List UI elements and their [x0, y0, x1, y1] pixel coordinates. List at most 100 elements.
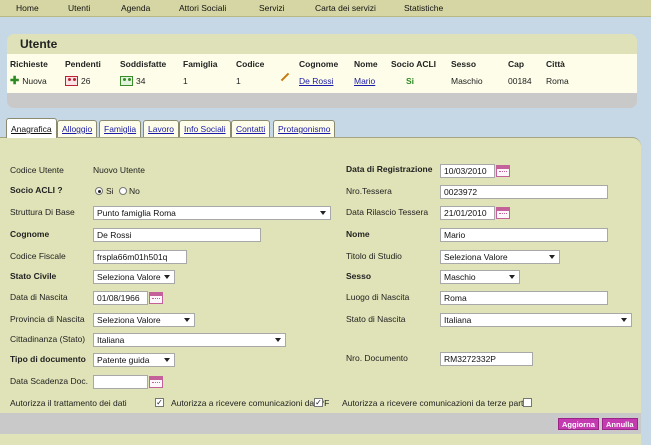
satisfied-users-icon [120, 76, 133, 86]
cap-value: 00184 [508, 76, 532, 86]
tab-famiglia[interactable]: Famiglia [99, 120, 142, 137]
sesso-value: Maschio [451, 76, 483, 86]
nav-attori-sociali[interactable]: Attori Sociali [179, 3, 226, 13]
col-header-soddisfatte: Soddisfatte [120, 59, 167, 69]
data-nascita-label: Data di Nascita [10, 292, 68, 302]
nome-label: Nome [346, 229, 370, 239]
calendar-icon[interactable] [496, 207, 510, 219]
cittadinanza-label: Cittadinanza (Stato) [10, 334, 86, 344]
panel-title: Utente [20, 37, 58, 51]
provincia-label: Provincia di Nascita [10, 314, 85, 324]
tab-lavoro[interactable]: Lavoro [143, 120, 179, 137]
tab-contatti[interactable]: Contatti [231, 120, 271, 137]
socio-si-radio[interactable] [95, 187, 103, 195]
calendar-icon[interactable] [496, 165, 510, 177]
data-registrazione-label: Data di Registrazione [346, 164, 433, 174]
data-nascita-input[interactable]: 01/08/1966 [93, 291, 148, 305]
cognome-input[interactable]: De Rossi [93, 228, 261, 242]
pendenti-cell[interactable]: 26 [65, 76, 90, 86]
luogo-nascita-label: Luogo di Nascita [346, 292, 410, 302]
socio-no-label: No [129, 186, 140, 196]
col-header-citta: Città [546, 59, 565, 69]
nav-carta-servizi[interactable]: Carta dei servizi [315, 3, 376, 13]
panel-footer-bar [7, 93, 637, 108]
sesso-label: Sesso [346, 271, 372, 281]
codice-fiscale-input[interactable]: frspla66m01h501q [93, 250, 187, 264]
consent-terze-label: Autorizza a ricevere comunicazioni da te… [342, 398, 526, 408]
soddisfatte-value: 34 [136, 76, 146, 86]
user-summary-panel: Utente Richieste Pendenti Soddisfatte Fa… [7, 34, 637, 108]
tab-alloggio[interactable]: Alloggio [57, 120, 98, 137]
sesso-select[interactable]: Maschio [440, 270, 520, 284]
stato-nascita-label: Stato di Nascita [346, 314, 406, 324]
col-header-cap: Cap [508, 59, 525, 69]
aggiorna-button[interactable]: Aggiorna [558, 418, 599, 430]
edit-pencil-icon[interactable] [280, 72, 290, 82]
nome-link[interactable]: Mario [354, 76, 375, 86]
cittadinanza-select[interactable]: Italiana [93, 333, 286, 347]
data-registrazione-input[interactable]: 10/03/2010 [440, 164, 495, 178]
scadenza-doc-input[interactable] [93, 375, 148, 389]
consent-pf-checkbox[interactable]: ✓ [314, 398, 323, 407]
struttura-label: Struttura Di Base [10, 207, 75, 217]
nro-tessera-input[interactable]: 0023972 [440, 185, 608, 199]
nav-utenti[interactable]: Utenti [68, 3, 90, 13]
cognome-label: Cognome [10, 229, 50, 239]
nome-cell[interactable]: Mario [354, 76, 375, 86]
pending-users-icon [65, 76, 78, 86]
consent-trattamento-checkbox[interactable]: ✓ [155, 398, 164, 407]
data-rilascio-label: Data Rilascio Tessera [346, 207, 429, 217]
struttura-select[interactable]: Punto famiglia Roma [93, 206, 331, 220]
nav-home[interactable]: Home [16, 3, 39, 13]
consent-terze-checkbox[interactable] [523, 398, 532, 407]
col-header-sesso: Sesso [451, 59, 477, 69]
nav-agenda[interactable]: Agenda [121, 3, 150, 13]
nro-tessera-label: Nro.Tessera [346, 186, 392, 196]
nome-input[interactable]: Mario [440, 228, 608, 242]
socio-acli-value: Si [406, 76, 415, 86]
codice-utente-value: Nuovo Utente [93, 165, 145, 175]
socio-no-radio[interactable] [119, 187, 127, 195]
col-header-famiglia: Famiglia [183, 59, 218, 69]
stato-nascita-select[interactable]: Italiana [440, 313, 632, 327]
calendar-icon[interactable] [149, 292, 163, 304]
calendar-icon[interactable] [149, 376, 163, 388]
plus-icon: ✚ [10, 75, 20, 87]
cognome-link[interactable]: De Rossi [299, 76, 333, 86]
top-nav: Home Utenti Agenda Attori Sociali Serviz… [0, 0, 651, 17]
consent-trattamento-label: Autorizza il trattamento dei dati [10, 398, 127, 408]
nro-documento-input[interactable]: RM3272332P [440, 352, 533, 366]
stato-civile-select[interactable]: Seleziona Valore [93, 270, 175, 284]
nav-servizi[interactable]: Servizi [259, 3, 285, 13]
provincia-select[interactable]: Seleziona Valore [93, 313, 195, 327]
stato-civile-label: Stato Civile [10, 271, 57, 281]
tipo-documento-select[interactable]: Patente guida [93, 353, 175, 367]
codice-value: 1 [236, 76, 241, 86]
form-footer-bar [0, 413, 641, 434]
col-header-nome: Nome [354, 59, 378, 69]
richieste-value: Nuova [22, 76, 47, 86]
soddisfatte-cell[interactable]: 34 [120, 76, 145, 86]
annulla-button[interactable]: Annulla [602, 418, 638, 430]
new-request-link[interactable]: ✚ Nuova [10, 75, 47, 87]
data-rilascio-input[interactable]: 21/01/2010 [440, 206, 495, 220]
famiglia-value: 1 [183, 76, 188, 86]
socio-si-label: Si [106, 186, 114, 196]
nav-statistiche[interactable]: Statistiche [404, 3, 443, 13]
titolo-studio-label: Titolo di Studio [346, 251, 402, 261]
codice-fiscale-label: Codice Fiscale [10, 251, 66, 261]
titolo-studio-select[interactable]: Seleziona Valore [440, 250, 560, 264]
consent-pf-label: Autorizza a ricevere comunicazioni dai P… [171, 398, 330, 408]
user-summary-table: Richieste Pendenti Soddisfatte Famiglia … [7, 54, 637, 93]
tipo-documento-label: Tipo di documento [10, 354, 86, 364]
tab-anagrafica[interactable]: Anagrafica [6, 118, 57, 138]
tab-info-sociali[interactable]: Info Sociali [179, 120, 231, 137]
col-header-richieste: Richieste [10, 59, 48, 69]
col-header-cognome: Cognome [299, 59, 339, 69]
citta-value: Roma [546, 76, 569, 86]
codice-utente-label: Codice Utente [10, 165, 64, 175]
tab-protagonismo[interactable]: Protagonismo [273, 120, 336, 137]
luogo-nascita-input[interactable]: Roma [440, 291, 608, 305]
scadenza-doc-label: Data Scadenza Doc. [10, 376, 88, 386]
cognome-cell[interactable]: De Rossi [299, 76, 333, 86]
